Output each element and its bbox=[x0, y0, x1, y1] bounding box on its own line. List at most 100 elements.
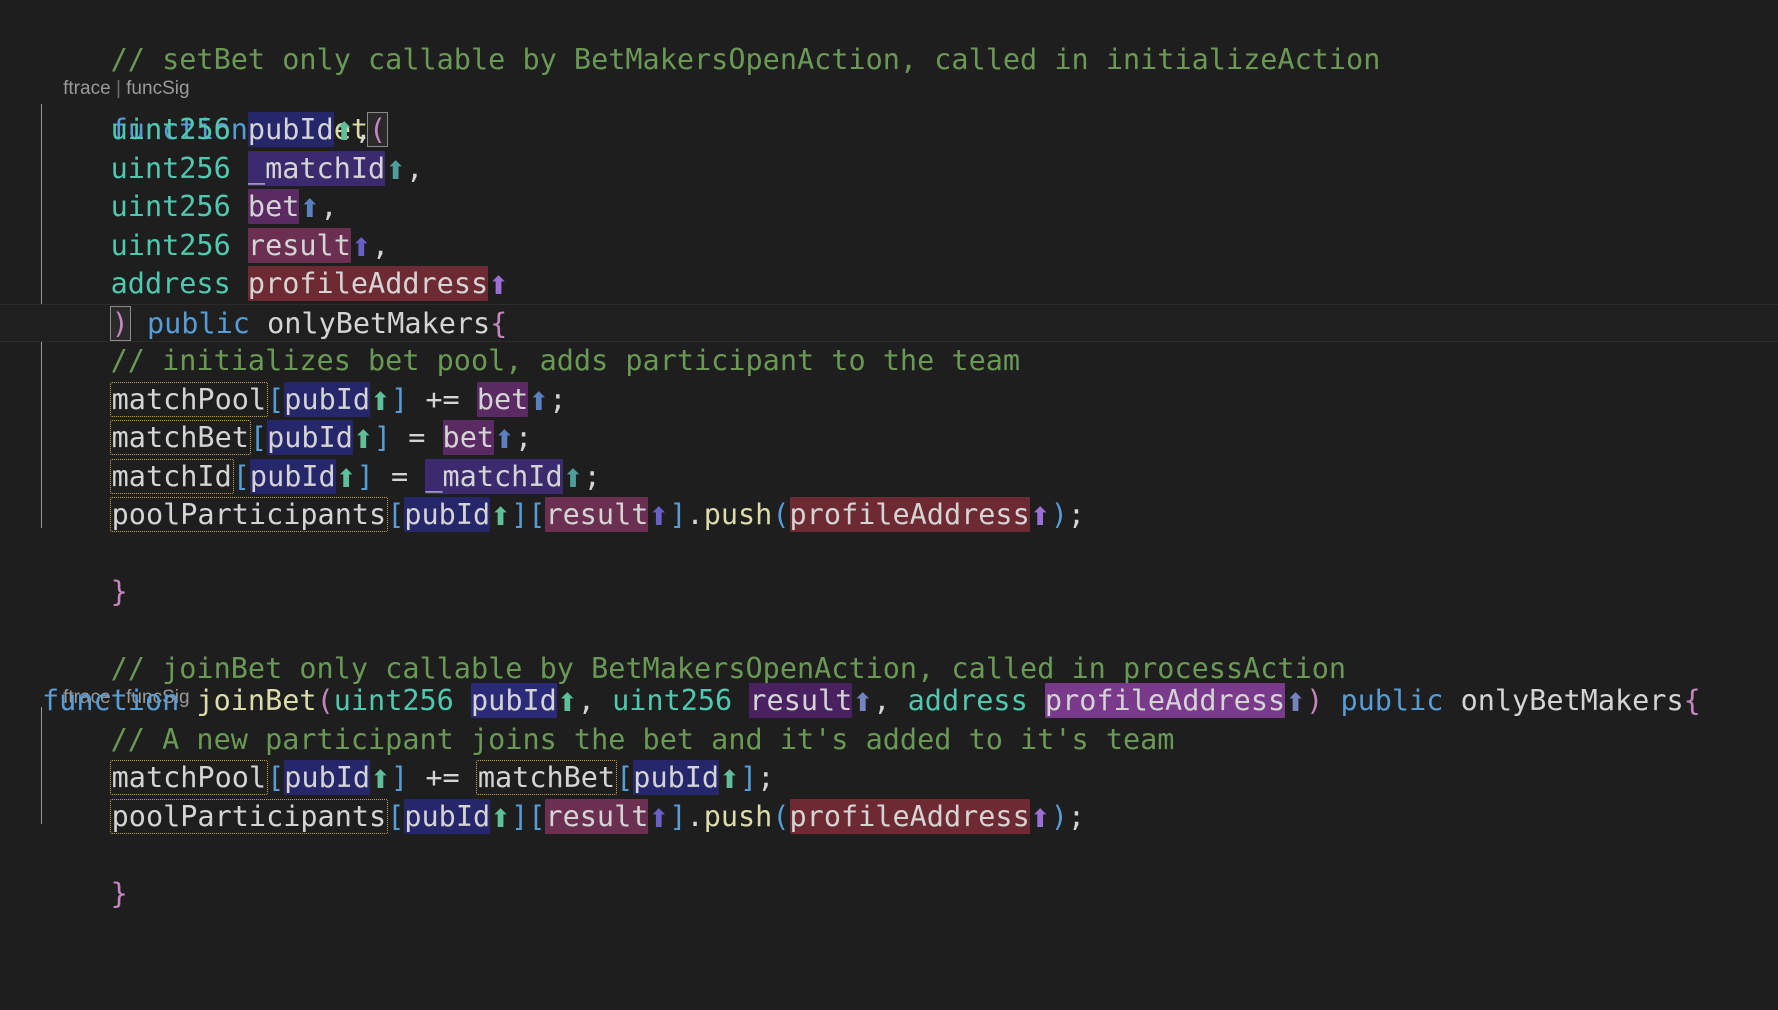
statevar-matchpool: matchPool bbox=[109, 760, 269, 795]
paren-open: ( bbox=[772, 799, 790, 833]
code-line-param-profileaddress[interactable]: address profileAddress⬆ bbox=[0, 265, 1778, 304]
code-line-joinbet-poolparticipants-push[interactable]: poolParticipants[pubId⬆][result⬆].push(p… bbox=[0, 798, 1778, 837]
arrow-up-icon: ⬆ bbox=[352, 425, 374, 454]
arrow-up-icon: ⬆ bbox=[648, 803, 670, 833]
arg-profileaddress: profileAddress bbox=[789, 497, 1030, 532]
type-uint256: uint256 bbox=[110, 190, 231, 223]
operator-plus-equals: += bbox=[425, 761, 460, 794]
code-line-param-result[interactable]: uint256 result⬆, bbox=[0, 227, 1778, 266]
bracket-open: [ bbox=[387, 498, 405, 531]
param-result: result bbox=[247, 227, 351, 263]
index-pubid: pubId bbox=[249, 458, 336, 494]
paren-open: ( bbox=[772, 498, 790, 531]
type-uint256: uint256 bbox=[110, 151, 231, 185]
code-line-poolparticipants-push[interactable]: poolParticipants[pubId⬆][result⬆].push(p… bbox=[0, 496, 1778, 535]
code-line-blank[interactable] bbox=[0, 573, 1778, 612]
type-uint256: uint256 bbox=[612, 684, 733, 717]
bracket-open: [ bbox=[267, 382, 285, 416]
bracket-open: [ bbox=[232, 459, 250, 493]
code-line-setbet-signature[interactable]: function setBet( bbox=[0, 73, 1778, 147]
brace-open: { bbox=[1683, 684, 1701, 717]
keyword-function: function bbox=[42, 684, 180, 717]
semicolon: ; bbox=[549, 382, 567, 416]
arrow-up-icon: ⬆ bbox=[1029, 803, 1051, 833]
semicolon: ; bbox=[583, 459, 601, 493]
arrow-up-icon: ⬆ bbox=[385, 155, 407, 185]
arrow-up-icon: ⬆ bbox=[556, 688, 578, 717]
param-profileaddress: profileAddress bbox=[247, 266, 489, 301]
param-profileaddress: profileAddress bbox=[1044, 683, 1286, 718]
code-line-body-comment-setbet[interactable]: // initializes bet pool, adds participan… bbox=[0, 342, 1778, 381]
code-line-comment-setbet[interactable]: // setBet only callable by BetMakersOpen… bbox=[0, 2, 1778, 76]
operator-equals: = bbox=[408, 421, 426, 454]
arrow-up-icon: ⬆ bbox=[648, 502, 670, 531]
bracket-open: [ bbox=[267, 761, 285, 794]
code-line-joinbet-close-brace[interactable]: } bbox=[0, 836, 1778, 910]
paren-close: ) bbox=[1050, 498, 1068, 531]
paren-close: ) bbox=[1050, 799, 1068, 833]
comma: , bbox=[371, 228, 389, 262]
code-line-setbet-close-signature[interactable]: ) public onlyBetMakers{ bbox=[0, 303, 1778, 342]
brace-close: } bbox=[110, 876, 128, 910]
comma: , bbox=[406, 151, 424, 185]
code-line-comment-joinbet[interactable]: // joinBet only callable by BetMakersOpe… bbox=[0, 612, 1778, 685]
code-line-param-pubid[interactable]: uint256 pubId⬆, bbox=[0, 111, 1778, 150]
arg-profileaddress: profileAddress bbox=[789, 798, 1030, 834]
code-line-param-matchid[interactable]: uint256 _matchId⬆, bbox=[0, 150, 1778, 189]
index-pubid: pubId bbox=[267, 420, 353, 455]
index-pubid: pubId bbox=[284, 381, 371, 417]
type-uint256: uint256 bbox=[333, 684, 454, 717]
value-bet: bet bbox=[442, 420, 495, 455]
arrow-up-icon: ⬆ bbox=[350, 232, 372, 262]
code-line-param-bet[interactable]: uint256 bet⬆, bbox=[0, 188, 1778, 227]
operator-plus-equals: += bbox=[425, 382, 460, 416]
arrow-up-icon: ⬆ bbox=[562, 463, 584, 493]
method-push: push bbox=[703, 799, 773, 833]
type-uint256: uint256 bbox=[110, 228, 231, 262]
arrow-up-icon: ⬆ bbox=[1029, 502, 1051, 531]
statevar-poolparticipants: poolParticipants bbox=[109, 798, 389, 834]
code-line-joinbet-signature[interactable]: function joinBet(uint256 pubId⬆, uint256… bbox=[0, 682, 1778, 721]
dot: . bbox=[686, 799, 704, 833]
value-matchid: _matchId bbox=[425, 458, 563, 494]
statevar-matchid: matchId bbox=[109, 458, 234, 494]
arrow-up-icon: ⬆ bbox=[333, 117, 355, 146]
bracket-close: ] bbox=[669, 799, 687, 833]
arrow-up-icon: ⬆ bbox=[335, 463, 357, 493]
param-matchid: _matchId bbox=[247, 150, 386, 186]
semicolon: ; bbox=[757, 761, 775, 794]
bracket-close: ] bbox=[391, 382, 409, 416]
type-address: address bbox=[907, 684, 1028, 717]
comment-text: // A new participant joins the bet and i… bbox=[110, 722, 1175, 756]
matching-bracket-close-paren: ) bbox=[109, 305, 131, 341]
value-bet: bet bbox=[476, 381, 529, 417]
param-result: result bbox=[749, 683, 853, 718]
bracket-open: [ bbox=[528, 799, 546, 833]
codelens-setbet[interactable]: ftrace | funcSig bbox=[0, 41, 1778, 99]
code-line-joinbet-matchpool-add[interactable]: matchPool[pubId⬆] += matchBet[pubId⬆]; bbox=[0, 759, 1778, 798]
arrow-up-icon: ⬆ bbox=[488, 271, 510, 300]
code-line-body-comment-joinbet[interactable]: // A new participant joins the bet and i… bbox=[0, 721, 1778, 760]
arrow-up-icon: ⬆ bbox=[528, 386, 550, 416]
modifier-onlybetmakers: onlyBetMakers bbox=[267, 306, 491, 340]
type-address: address bbox=[110, 267, 231, 300]
index-result: result bbox=[545, 497, 649, 532]
codelens-joinbet[interactable]: ftrace | funcSig bbox=[0, 650, 1778, 708]
bracket-open: [ bbox=[528, 498, 546, 531]
index-result: result bbox=[545, 798, 649, 834]
arrow-up-icon: ⬆ bbox=[490, 502, 512, 531]
statevar-poolparticipants: poolParticipants bbox=[109, 497, 389, 532]
code-line-setbet-close-brace[interactable]: } bbox=[0, 535, 1778, 608]
comma: , bbox=[354, 113, 372, 146]
code-line-matchid-assign[interactable]: matchId[pubId⬆] = _matchId⬆; bbox=[0, 458, 1778, 497]
code-line-matchbet-assign[interactable]: matchBet[pubId⬆] = bet⬆; bbox=[0, 419, 1778, 458]
brace-open: { bbox=[490, 306, 508, 340]
code-editor[interactable]: // setBet only callable by BetMakersOpen… bbox=[0, 0, 1778, 1010]
code-line-matchpool-add[interactable]: matchPool[pubId⬆] += bet⬆; bbox=[0, 381, 1778, 420]
param-pubid: pubId bbox=[471, 683, 557, 718]
index-pubid: pubId bbox=[404, 497, 491, 532]
statevar-matchpool: matchPool bbox=[109, 381, 269, 417]
bracket-close: ] bbox=[391, 761, 409, 794]
method-push: push bbox=[703, 498, 773, 531]
bracket-close: ] bbox=[511, 799, 529, 833]
